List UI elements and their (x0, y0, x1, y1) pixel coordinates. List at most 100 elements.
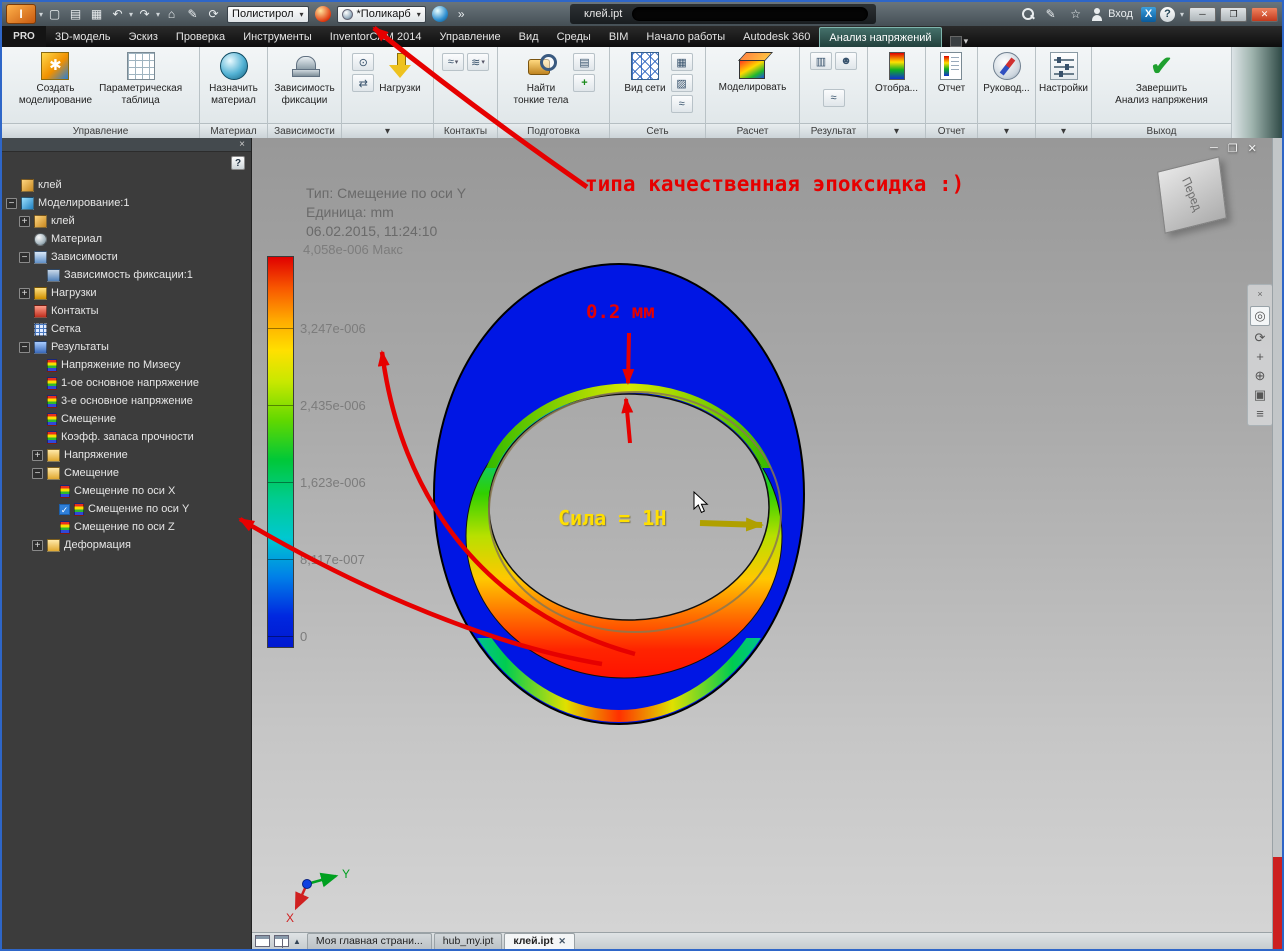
undo-icon[interactable]: ↶ (108, 6, 127, 23)
expand-toggle-icon[interactable]: − (32, 467, 43, 479)
tree-item[interactable]: Материал (2, 230, 251, 248)
tree-item[interactable]: ✓ Смещение по оси Y (2, 500, 251, 518)
doc-restore-icon[interactable]: ❐ (1228, 142, 1238, 155)
report-button[interactable]: Отчет (936, 49, 967, 97)
load-type-icon[interactable]: ⊙ (352, 53, 375, 71)
expand-toggle-icon[interactable]: + (19, 287, 30, 299)
doc-close-icon[interactable]: ✕ (1248, 142, 1257, 155)
material-combo[interactable]: Полистирол ▾ (227, 5, 309, 23)
redo-icon[interactable]: ↷ (135, 6, 154, 23)
chevron-down-icon[interactable]: ▾ (300, 10, 304, 19)
guide-button[interactable]: Руковод... (981, 49, 1031, 97)
tile-windows-icon[interactable] (255, 935, 270, 947)
tree-item[interactable]: + Деформация (2, 536, 251, 554)
finish-analysis-button[interactable]: ✔ Завершить Анализ напряжения (1113, 49, 1210, 108)
panel-label[interactable]: Сеть (610, 123, 705, 138)
home-icon[interactable]: ⌂ (162, 6, 181, 23)
animate-icon[interactable]: ☻ (835, 52, 857, 70)
mesh-view-button[interactable]: Вид сети (622, 49, 667, 97)
pencil-icon[interactable]: ✎ (1041, 6, 1060, 23)
tree-item[interactable]: Смещение по оси X (2, 482, 251, 500)
panel-label[interactable]: ▾ (342, 123, 433, 138)
manual-contacts-icon[interactable]: ≋ ▾ (467, 53, 489, 71)
display-button[interactable]: Отобра... (873, 49, 920, 97)
expand-toggle-icon[interactable]: + (32, 539, 43, 551)
app-pro-label[interactable]: PRO (2, 26, 46, 47)
ribbon-tab[interactable]: 3D-модель (46, 27, 119, 47)
tree-item[interactable]: 3-е основное напряжение (2, 392, 251, 410)
tree-item[interactable]: Напряжение по Мизесу (2, 356, 251, 374)
tree-item[interactable]: − Моделирование:1 (2, 194, 251, 212)
expand-up-icon[interactable]: ▲ (293, 937, 301, 946)
search-icon[interactable] (1021, 7, 1036, 22)
look-at-icon[interactable]: ▣ (1254, 387, 1266, 402)
fixed-constraint-button[interactable]: Зависимость фиксации (272, 49, 336, 108)
search-box[interactable] (632, 7, 868, 21)
tree-item[interactable]: Смещение (2, 410, 251, 428)
doc-tab[interactable]: клей.ipt ✕ (504, 933, 575, 949)
sheet-icon[interactable]: ▤ (573, 53, 596, 71)
auto-contacts-icon[interactable]: ≈ ▾ (442, 53, 464, 71)
ribbon-tab[interactable]: Анализ напряжений (819, 27, 942, 47)
settings-button[interactable]: Настройки (1037, 49, 1090, 97)
model-canvas[interactable]: Y X (252, 138, 1272, 932)
tree-item[interactable]: + клей (2, 212, 251, 230)
ribbon-tab[interactable]: Инструменты (234, 27, 321, 47)
minimize-button[interactable]: ─ (1189, 6, 1216, 22)
ribbon-tab[interactable]: Проверка (167, 27, 234, 47)
tree-item[interactable]: + Нагрузки (2, 284, 251, 302)
load-arrows-icon[interactable]: ⇄ (352, 74, 375, 92)
simulate-button[interactable]: Моделировать (717, 49, 789, 96)
doc-tab[interactable]: Моя главная страни... (306, 933, 432, 949)
graphics-viewport[interactable]: ─ ❐ ✕ Тип: Смещение по оси Y Единица: mm… (252, 138, 1272, 932)
navbar-close-icon[interactable]: × (1257, 287, 1262, 302)
ring-model[interactable] (433, 263, 805, 725)
ribbon-tab[interactable]: Вид (510, 27, 548, 47)
loads-button[interactable]: Нагрузки (377, 49, 422, 97)
arrange-windows-icon[interactable] (274, 935, 289, 948)
tree-item[interactable]: 1-ое основное напряжение (2, 374, 251, 392)
tree-item[interactable]: клей (2, 176, 251, 194)
assign-material-button[interactable]: Назначить материал (207, 49, 260, 108)
color-sphere-icon[interactable] (314, 6, 331, 22)
find-thin-bodies-button[interactable]: Найти тонкие тела (512, 49, 571, 108)
panel-label[interactable]: Выход (1092, 123, 1231, 138)
add-green-plus-icon[interactable]: + (573, 74, 596, 92)
tree-item[interactable]: Коэфф. запаса прочности (2, 428, 251, 446)
create-simulation-button[interactable]: ✱ Создать моделирование (17, 49, 94, 108)
panel-label[interactable]: Результат (800, 123, 867, 138)
person-icon[interactable] (1090, 7, 1104, 22)
open-icon[interactable]: ▤ (66, 6, 85, 23)
ribbon-options-button[interactable]: ▾ (949, 36, 968, 47)
new-document-icon[interactable]: ▢ (45, 6, 64, 23)
save-icon[interactable]: ▦ (87, 6, 106, 23)
ribbon-tab[interactable]: Эскиз (119, 27, 166, 47)
zoom-icon[interactable]: ⊕ (1255, 368, 1266, 383)
expand-toggle-icon[interactable]: + (19, 215, 30, 227)
maximize-button[interactable]: ❐ (1220, 6, 1247, 22)
expand-toggle-icon[interactable]: − (19, 251, 30, 263)
chevron-down-icon[interactable]: ▾ (417, 10, 421, 19)
appearance-sphere-icon[interactable] (431, 6, 448, 22)
undo-dropdown-icon[interactable]: ▾ (129, 10, 133, 19)
expand-toggle-icon[interactable]: − (19, 341, 30, 353)
ribbon-tab[interactable]: Управление (431, 27, 510, 47)
panel-label[interactable]: ▾ (1036, 123, 1091, 138)
panel-label[interactable]: Зависимости (268, 123, 341, 138)
ribbon-tab[interactable]: InventorCAM 2014 (321, 27, 431, 47)
help-icon[interactable]: ? (1159, 6, 1175, 22)
probe-icon[interactable]: ≈ (822, 89, 845, 107)
right-scroll-strip[interactable] (1272, 138, 1282, 949)
doc-tab[interactable]: hub_my.ipt (433, 933, 503, 949)
tree-item[interactable]: − Результаты (2, 338, 251, 356)
tree-item[interactable]: + Напряжение (2, 446, 251, 464)
parametric-table-button[interactable]: Параметрическая таблица (97, 49, 184, 108)
expand-toggle-icon[interactable]: − (6, 197, 17, 209)
favorites-star-icon[interactable]: ☆ (1066, 6, 1085, 23)
ribbon-tab[interactable]: Начало работы (637, 27, 734, 47)
ribbon-tab[interactable]: Среды (548, 27, 600, 47)
mesh-settings-icon[interactable]: ▦ (670, 53, 693, 71)
exchange-apps-icon[interactable]: X (1140, 6, 1156, 22)
panel-label[interactable]: ▾ (978, 123, 1035, 138)
overflow-icon[interactable]: » (452, 6, 471, 23)
